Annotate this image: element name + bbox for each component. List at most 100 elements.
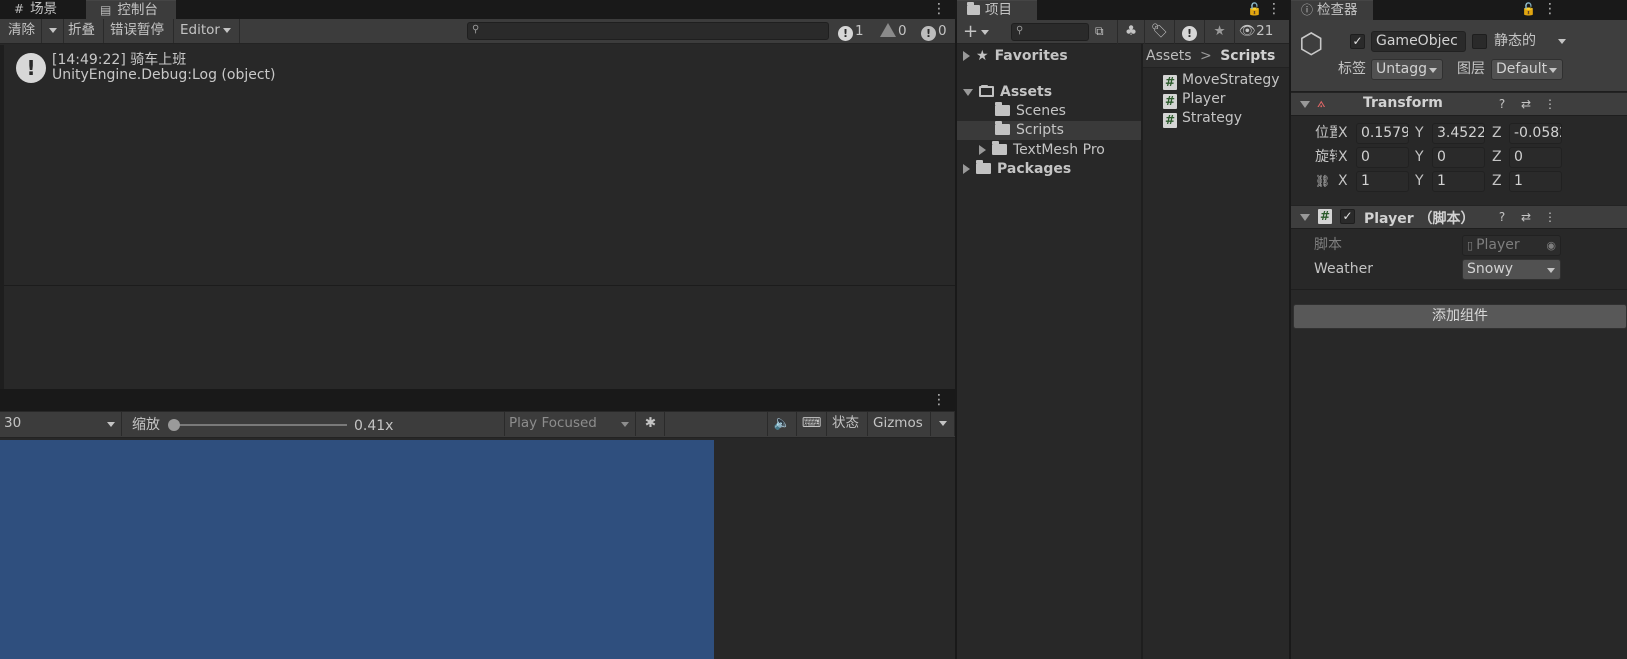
chevron-down-icon[interactable] xyxy=(963,88,973,96)
project-search-input[interactable]: ⚲ xyxy=(1011,23,1089,41)
game-view[interactable] xyxy=(0,440,714,659)
object-picker-icon[interactable]: ◉ xyxy=(1546,236,1556,255)
file-item-strategy[interactable]: # Strategy xyxy=(1163,108,1242,128)
chevron-down-icon[interactable] xyxy=(1300,214,1310,221)
alert-icon: ! xyxy=(1182,26,1197,41)
mute-audio-button[interactable]: 🔈 xyxy=(767,412,797,436)
help-icon[interactable]: ? xyxy=(1495,97,1509,111)
layer-dropdown[interactable]: Default xyxy=(1491,59,1563,80)
resolution-dropdown[interactable]: 30 xyxy=(0,412,122,436)
inspector-menu-icon[interactable]: ⋮ xyxy=(1543,0,1557,20)
error-pause-button[interactable]: 错误暂停 xyxy=(106,19,174,43)
scale-x-field[interactable]: 1 xyxy=(1356,171,1409,192)
tree-item-scenes[interactable]: Scenes xyxy=(995,101,1066,121)
static-checkbox[interactable] xyxy=(1472,34,1487,49)
file-item-movestrategy[interactable]: # MoveStrategy xyxy=(1163,70,1280,90)
tree-item-assets[interactable]: Assets xyxy=(963,82,1052,102)
tree-item-favorites[interactable]: ★ Favorites xyxy=(963,46,1068,66)
stats-button[interactable]: 状态 xyxy=(828,412,868,436)
breadcrumb-scripts[interactable]: Scripts xyxy=(1220,48,1275,64)
filter-by-type-button[interactable]: ♣ xyxy=(1117,20,1145,44)
position-y-field[interactable]: 3.4522 xyxy=(1432,123,1485,144)
create-asset-button[interactable]: + xyxy=(959,20,999,44)
help-icon[interactable]: ? xyxy=(1495,210,1509,224)
transform-icon: ⟑ xyxy=(1317,95,1326,111)
filter-log-type-button[interactable]: ! xyxy=(1175,20,1205,44)
player-component-header[interactable]: # ✓ Player （脚本） ? ⇄ ⋮ xyxy=(1291,205,1627,229)
add-component-button[interactable]: 添加组件 xyxy=(1293,304,1627,329)
panel-divider-vertical-1[interactable] xyxy=(955,0,957,659)
object-name-field[interactable]: GameObjec xyxy=(1371,31,1466,52)
game-menu-icon[interactable]: ⋮ xyxy=(932,391,946,411)
file-item-player[interactable]: # Player xyxy=(1163,89,1226,109)
chevron-down-icon[interactable] xyxy=(1300,101,1310,108)
editor-dropdown[interactable]: Editor xyxy=(176,19,240,43)
tree-item-textmesh-pro[interactable]: TextMesh Pro xyxy=(979,140,1105,160)
component-menu-icon[interactable]: ⋮ xyxy=(1543,97,1557,111)
presets-icon[interactable]: ⇄ xyxy=(1519,97,1533,111)
player-component-body: 脚本 ▯ Player ◉ Weather Snowy xyxy=(1291,230,1627,290)
play-mode-dropdown[interactable]: Play Focused xyxy=(504,412,636,436)
scale-z-field[interactable]: 1 xyxy=(1509,171,1562,192)
clear-button[interactable]: 清除 xyxy=(4,19,42,43)
warning-count-toggle[interactable]: 0 xyxy=(880,21,907,41)
gizmos-dropdown[interactable] xyxy=(931,412,955,436)
tab-scene[interactable]: # 场景 xyxy=(0,0,86,20)
position-z-field[interactable]: -0.0582 xyxy=(1509,123,1562,144)
tab-console[interactable]: ▤ 控制台 xyxy=(86,0,176,20)
tag-dropdown[interactable]: Untagg xyxy=(1371,59,1443,80)
frame-debugger-button[interactable]: ✱ xyxy=(637,412,665,436)
lock-icon[interactable]: 🔓 xyxy=(1247,0,1262,20)
tree-item-scripts[interactable]: Scripts xyxy=(995,120,1064,140)
position-x-field[interactable]: 0.1579 xyxy=(1356,123,1409,144)
player-enabled-checkbox[interactable]: ✓ xyxy=(1340,209,1355,224)
panel-divider-vertical-2[interactable] xyxy=(1289,0,1291,659)
console-log-list[interactable]: ! [14:49:22] 骑车上班 UnityEngine.Debug:Log … xyxy=(4,45,955,285)
keyboard-shortcuts-button[interactable]: ⌨ xyxy=(797,412,827,436)
scale-y-field[interactable]: 1 xyxy=(1432,171,1485,192)
cube-icon[interactable]: ⬡ xyxy=(1299,28,1331,60)
favorite-search-button[interactable]: ★ xyxy=(1205,20,1235,44)
tree-item-packages[interactable]: Packages xyxy=(963,159,1071,179)
transform-header[interactable]: ⟑ Transform ? ⇄ ⋮ xyxy=(1291,92,1627,116)
weather-dropdown[interactable]: Snowy xyxy=(1462,259,1561,280)
rotation-y-field[interactable]: 0 xyxy=(1432,147,1485,168)
clear-options-dropdown[interactable] xyxy=(42,19,64,43)
console-menu-icon[interactable]: ⋮ xyxy=(932,0,946,20)
gizmos-button[interactable]: Gizmos xyxy=(869,412,931,436)
breadcrumb-assets[interactable]: Assets xyxy=(1146,48,1192,64)
collapse-button[interactable]: 折叠 xyxy=(64,19,104,43)
panel-divider-horizontal[interactable] xyxy=(0,389,955,391)
chevron-right-icon[interactable] xyxy=(979,145,986,155)
scale-slider[interactable] xyxy=(168,419,347,431)
chevron-down-icon xyxy=(621,422,629,427)
component-menu-icon[interactable]: ⋮ xyxy=(1543,210,1557,224)
project-panel: 项目 🔓 ⋮ + ⚲ ⧉ ♣ 🏷 ! ★ 👁21 ★ Favorites Asse… xyxy=(957,0,1289,659)
tag-label: 标签 xyxy=(1338,61,1366,77)
lock-icon[interactable]: 🔓 xyxy=(1521,0,1536,20)
chevron-down-icon xyxy=(107,422,115,427)
scale-slider-handle[interactable] xyxy=(168,419,180,431)
tab-project[interactable]: 项目 xyxy=(957,0,1037,20)
presets-icon[interactable]: ⇄ xyxy=(1519,210,1533,224)
rotation-z-field[interactable]: 0 xyxy=(1509,147,1562,168)
axis-y-label: Y xyxy=(1415,149,1424,165)
filter-by-label-button[interactable]: 🏷 xyxy=(1145,20,1175,44)
hidden-packages-toggle[interactable]: 👁21 xyxy=(1235,20,1289,44)
active-checkbox[interactable]: ✓ xyxy=(1350,34,1365,49)
chevron-right-icon[interactable] xyxy=(963,51,970,61)
constrain-proportions-icon[interactable]: ⛓ xyxy=(1315,171,1330,191)
log-entry[interactable]: ! [14:49:22] 骑车上班 UnityEngine.Debug:Log … xyxy=(4,47,955,89)
console-search-input[interactable]: ⚲ xyxy=(467,22,829,40)
scale-value: 0.41x xyxy=(354,418,394,434)
chevron-right-icon[interactable] xyxy=(963,164,970,174)
console-tabbar: # 场景 ▤ 控制台 ⋮ xyxy=(0,0,955,20)
project-menu-icon[interactable]: ⋮ xyxy=(1267,0,1281,20)
error-count-toggle[interactable]: ! 0 xyxy=(921,21,947,41)
log-count-toggle[interactable]: ! 1 xyxy=(838,21,864,41)
tab-inspector[interactable]: ⓘ 检查器 xyxy=(1291,0,1373,20)
layer-label: 图层 xyxy=(1457,61,1485,77)
chevron-down-icon[interactable] xyxy=(1558,39,1566,44)
search-by-type-button[interactable]: ⧉ xyxy=(1091,20,1113,44)
rotation-x-field[interactable]: 0 xyxy=(1356,147,1409,168)
